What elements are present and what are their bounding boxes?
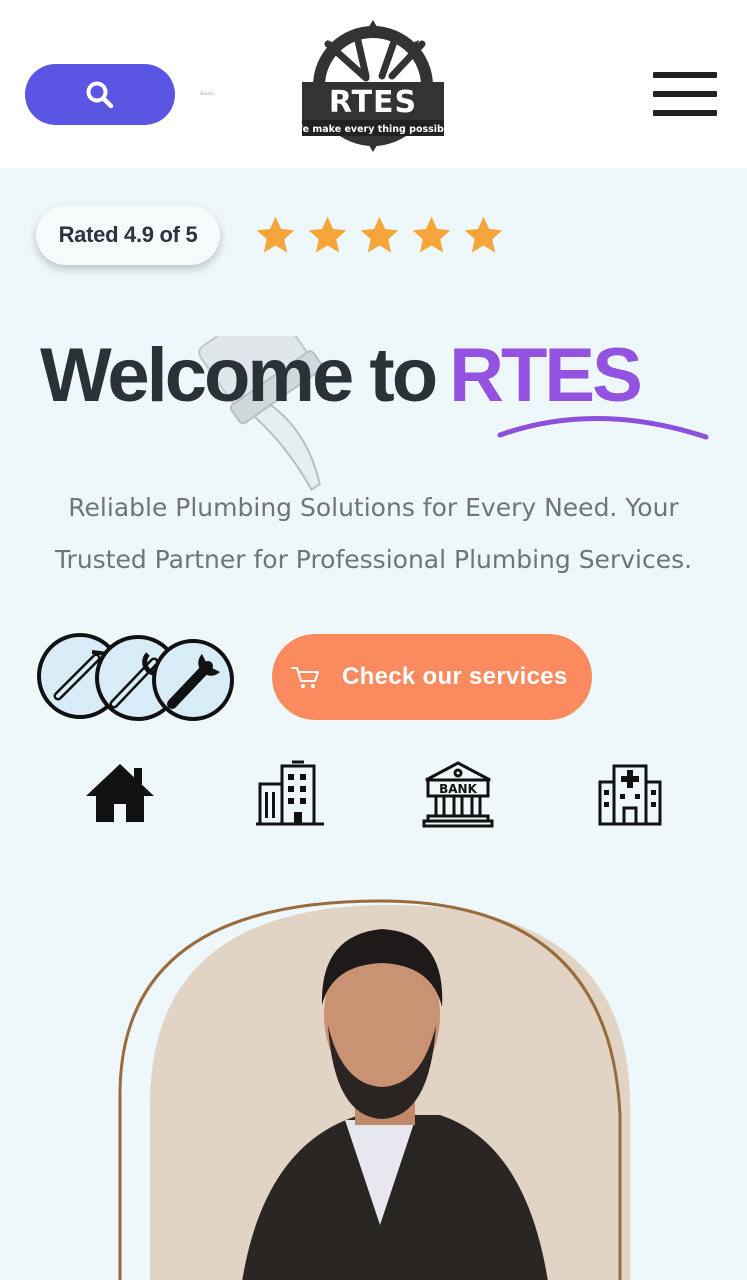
subtitle-line-1: Reliable Plumbing Solutions for Every Ne… (68, 493, 679, 522)
bank-label: BANK (439, 782, 477, 796)
search-button[interactable] (25, 64, 175, 125)
office-building-icon[interactable] (254, 760, 326, 828)
star-icon (412, 216, 451, 253)
rating-text: Rated 4.9 of 5 (58, 222, 198, 247)
subtitle-line-2: Trusted Partner for Professional Plumbin… (54, 545, 693, 574)
hero-subtitle: Reliable Plumbing Solutions for Every Ne… (20, 482, 727, 586)
hamburger-menu-button[interactable] (653, 70, 719, 118)
search-label: Search (200, 91, 214, 96)
star-rating (254, 214, 505, 257)
star-icon (360, 216, 399, 253)
search-icon (86, 81, 114, 108)
menu-line (653, 91, 717, 97)
check-services-button[interactable]: Check our services (272, 634, 592, 720)
hospital-icon[interactable] (594, 760, 666, 828)
home-icon[interactable] (84, 760, 156, 828)
brand-underline (497, 416, 709, 440)
bank-icon[interactable]: BANK (422, 760, 494, 828)
rating-badge: Rated 4.9 of 5 (36, 205, 220, 265)
cta-label: Check our services (342, 663, 568, 690)
logo-tagline: We make every thing possible (296, 124, 450, 135)
cart-icon (291, 667, 319, 688)
site-logo[interactable]: RTES We make every thing possible (296, 18, 450, 152)
menu-line (653, 72, 717, 78)
logo-brand-text: RTES (329, 85, 417, 120)
star-icon (308, 216, 347, 253)
site-header: Search RTES We make every thing possible (0, 0, 747, 168)
star-icon (464, 216, 503, 253)
spanner-icon (152, 639, 234, 721)
star-icon (256, 216, 295, 253)
tool-circles (37, 633, 234, 721)
headline-prefix: Welcome to (40, 333, 438, 418)
menu-line (653, 110, 717, 116)
owner-photo (118, 899, 630, 1280)
